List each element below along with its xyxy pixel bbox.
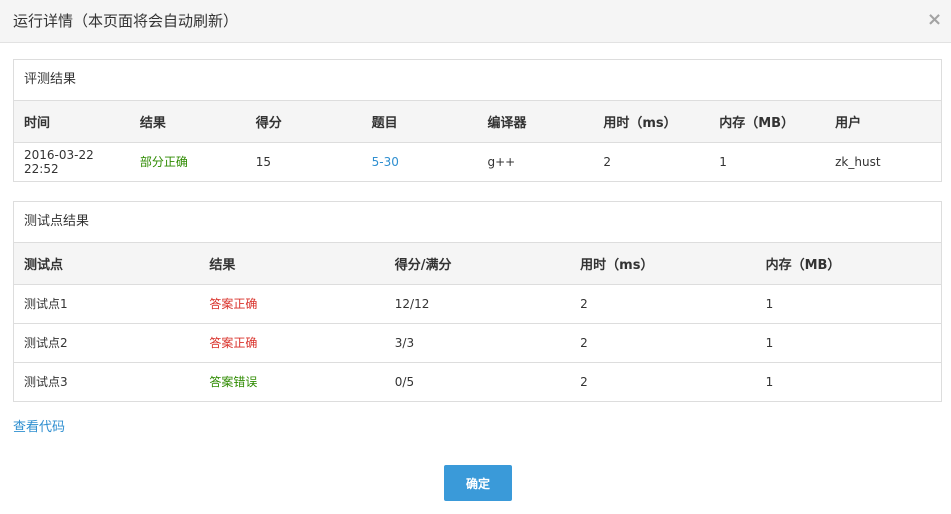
column-header-time: 时间 <box>14 101 130 143</box>
time-ms-value: 2 <box>603 154 612 169</box>
testcase-result: 答案正确 <box>199 323 385 363</box>
evaluation-row: 2016-03-22 22:52 部分正确 15 5-30 g++ 2 1 zk… <box>14 142 941 181</box>
column-header-memory: 内存（MB） <box>755 243 941 285</box>
testcase-name: 测试点3 <box>24 375 68 390</box>
compiler-value: g++ <box>487 154 516 169</box>
testcase-memory: 1 <box>755 284 941 324</box>
column-header-score: 得分 <box>245 101 362 143</box>
column-header-memory: 内存（MB） <box>709 101 826 143</box>
evaluation-panel: 评测结果 时间 结果 得分 题目 编译器 用时（ms） 内存（MB） 用户 20… <box>13 59 942 182</box>
testcase-name: 测试点2 <box>14 323 200 363</box>
testcase-result: 答案正确 <box>199 284 385 324</box>
testcase-time: 2 <box>580 374 588 389</box>
testcases-table: 测试点 结果 得分/满分 用时（ms） 内存（MB） 测试点1 答案正确 12/… <box>14 243 941 401</box>
testcase-name: 测试点1 <box>14 284 200 324</box>
testcases-heading: 测试点结果 <box>14 202 941 243</box>
column-header-time-ms: 用时（ms） <box>570 243 756 285</box>
column-header-problem: 题目 <box>361 101 478 143</box>
column-header-result: 结果 <box>199 243 385 285</box>
column-header-result: 结果 <box>129 101 246 143</box>
dialog-title: 运行详情（本页面将会自动刷新） <box>13 12 239 30</box>
column-header-testcase: 测试点 <box>14 243 200 285</box>
testcase-time: 2 <box>570 284 756 324</box>
confirm-button[interactable]: 确定 <box>444 465 512 501</box>
testcases-header-row: 测试点 结果 得分/满分 用时（ms） 内存（MB） <box>14 243 941 285</box>
testcase-score: 0/5 <box>394 374 415 389</box>
column-header-user: 用户 <box>825 101 941 143</box>
table-row: 测试点2 答案正确 3/3 2 1 <box>14 323 941 363</box>
column-header-time-ms: 用时（ms） <box>593 101 710 143</box>
evaluation-header-row: 时间 结果 得分 题目 编译器 用时（ms） 内存（MB） 用户 <box>14 101 941 143</box>
evaluation-heading: 评测结果 <box>14 60 941 101</box>
submit-time: 2016-03-22 22:52 <box>24 147 94 176</box>
testcase-result: 答案错误 <box>209 375 258 390</box>
score-value: 15 <box>255 154 272 169</box>
run-details-dialog: 运行详情（本页面将会自动刷新） × 评测结果 时间 结果 得分 题目 编译器 用… <box>0 0 951 514</box>
view-code-link[interactable]: 查看代码 <box>13 419 65 437</box>
column-header-score: 得分/满分 <box>384 243 571 285</box>
user-value: zk_hust <box>835 154 881 169</box>
table-row: 测试点3 答案错误 0/5 2 1 <box>14 362 941 401</box>
testcase-memory: 1 <box>755 323 941 363</box>
evaluation-table: 时间 结果 得分 题目 编译器 用时（ms） 内存（MB） 用户 2016-03… <box>14 101 941 181</box>
problem-link[interactable]: 5-30 <box>362 142 478 181</box>
dialog-header: 运行详情（本页面将会自动刷新） × <box>0 0 951 43</box>
testcase-time: 2 <box>570 323 756 363</box>
testcase-score: 12/12 <box>384 284 571 324</box>
testcase-score: 3/3 <box>384 323 571 363</box>
result-status: 部分正确 <box>139 155 188 170</box>
close-icon[interactable]: × <box>927 11 942 29</box>
testcases-panel: 测试点结果 测试点 结果 得分/满分 用时（ms） 内存（MB） 测试点1 答案… <box>13 201 942 402</box>
memory-value: 1 <box>719 154 727 169</box>
column-header-compiler: 编译器 <box>477 101 594 143</box>
testcase-memory: 1 <box>765 374 774 389</box>
table-row: 测试点1 答案正确 12/12 2 1 <box>14 284 941 324</box>
